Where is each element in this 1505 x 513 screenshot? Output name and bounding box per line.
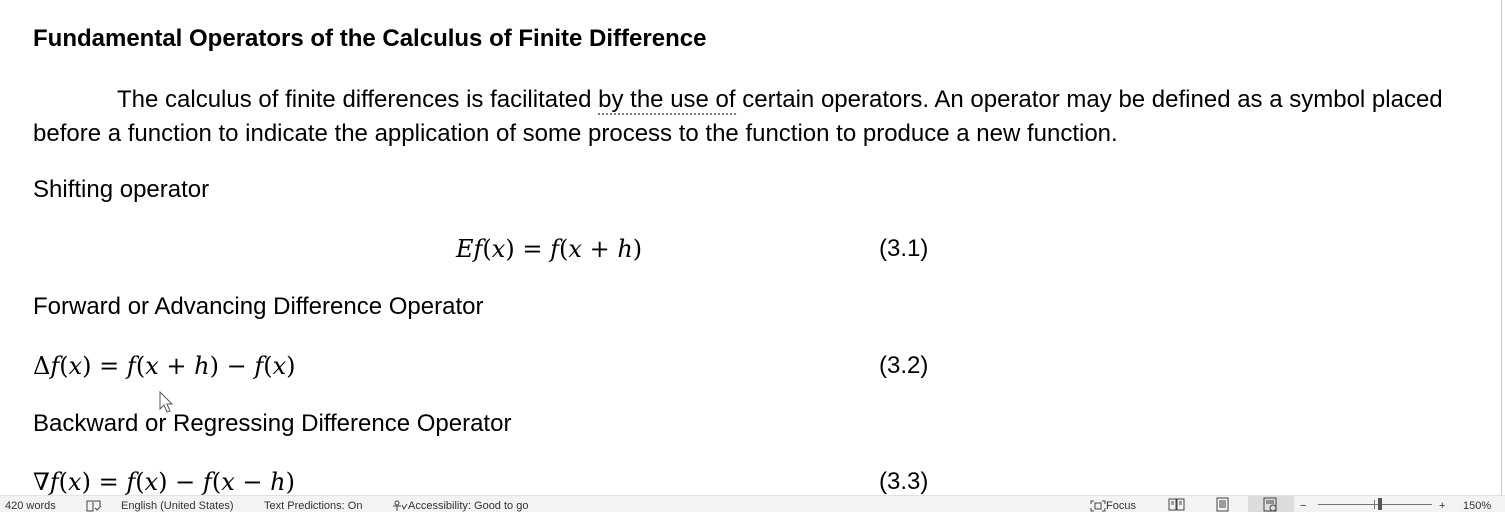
intro-paragraph: The calculus of finite differences is fa…: [33, 83, 1473, 151]
heading-backward-difference: Backward or Regressing Difference Operat…: [33, 410, 512, 437]
focus-label: Focus: [1106, 500, 1136, 512]
web-layout-icon: [1263, 497, 1277, 512]
equation-number-3-1: (3.1): [879, 235, 929, 262]
status-bar: 420 words English (United States) Text P…: [0, 495, 1505, 512]
equation-number-3-3: (3.3): [879, 468, 929, 495]
zoom-slider-thumb[interactable]: [1378, 498, 1382, 510]
equation-number-3-2: (3.2): [879, 352, 929, 379]
focus-icon: [1090, 500, 1106, 512]
document-title: Fundamental Operators of the Calculus of…: [33, 25, 707, 52]
read-mode-button[interactable]: [1164, 496, 1190, 512]
vertical-scrollbar[interactable]: [1499, 0, 1505, 495]
equation-3-1[interactable]: Ef(x) = f(x + h): [456, 235, 642, 263]
print-layout-button[interactable]: [1210, 496, 1236, 512]
heading-shifting-operator: Shifting operator: [33, 176, 210, 203]
paragraph-text-start: The calculus of finite differences is fa…: [117, 86, 599, 113]
grammar-suggestion[interactable]: by the use of: [598, 86, 736, 115]
document-page[interactable]: Fundamental Operators of the Calculus of…: [0, 0, 1505, 495]
read-mode-icon: [1168, 498, 1185, 511]
heading-forward-difference: Forward or Advancing Difference Operator: [33, 293, 484, 320]
print-layout-icon: [1216, 497, 1229, 512]
web-layout-button[interactable]: [1248, 496, 1294, 512]
zoom-slider[interactable]: [1318, 504, 1432, 505]
accessibility-label: Accessibility: Good to go: [408, 500, 529, 512]
zoom-slider-midpoint: [1374, 500, 1375, 509]
equation-3-2[interactable]: Δf(x) = f(x + h) − f(x): [33, 352, 296, 380]
equation-3-3[interactable]: ∇f(x) = f(x) − f(x − h): [33, 468, 295, 495]
accessibility-icon: [393, 500, 408, 512]
mouse-pointer-icon: [159, 391, 174, 413]
